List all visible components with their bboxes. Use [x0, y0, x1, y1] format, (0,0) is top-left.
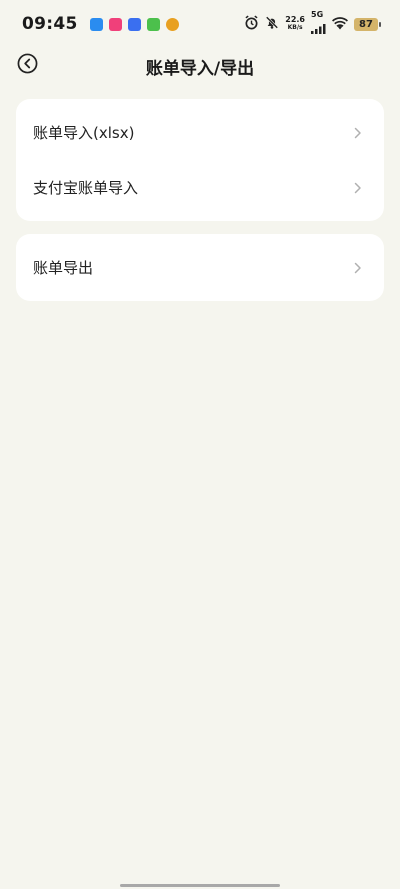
- network-type: 5G: [311, 9, 324, 19]
- alarm-icon: [244, 15, 259, 34]
- chevron-right-icon: [354, 262, 364, 274]
- back-circle-icon: [17, 53, 38, 78]
- chevron-right-icon: [354, 182, 364, 194]
- battery-icon: 87: [354, 17, 381, 31]
- back-button[interactable]: [16, 53, 38, 78]
- status-bar: 09:45 22.6 KB/s 5G 87: [0, 0, 400, 48]
- net-speed-value: 22.6: [285, 15, 305, 24]
- import-group-card: 账单导入(xlsx) 支付宝账单导入: [16, 99, 384, 221]
- status-time: 09:45: [22, 14, 78, 34]
- status-right: 22.6 KB/s 5G 87: [244, 9, 381, 38]
- export-group-card: 账单导出: [16, 234, 384, 301]
- net-speed: 22.6 KB/s: [285, 16, 305, 32]
- home-indicator[interactable]: [120, 884, 280, 887]
- menu-item-export[interactable]: 账单导出: [16, 240, 384, 295]
- app-icon-1: [89, 17, 103, 31]
- app-icon-3: [127, 17, 141, 31]
- menu-item-label: 账单导出: [33, 259, 94, 277]
- page-title: 账单导入/导出: [145, 58, 255, 79]
- net-speed-unit: KB/s: [287, 24, 303, 31]
- menu-item-label: 账单导入(xlsx): [33, 124, 135, 142]
- app-icon-5: [165, 17, 179, 31]
- mute-bell-icon: [265, 15, 279, 34]
- signal-icon: [311, 19, 326, 38]
- app-icon-2: [108, 17, 122, 31]
- menu-item-import-xlsx[interactable]: 账单导入(xlsx): [16, 105, 384, 160]
- signal-group: 5G: [311, 9, 326, 38]
- menu-item-label: 支付宝账单导入: [33, 179, 139, 197]
- menu-item-import-alipay[interactable]: 支付宝账单导入: [16, 160, 384, 215]
- chevron-right-icon: [354, 127, 364, 139]
- wifi-icon: [332, 15, 348, 34]
- app-icon-4: [146, 17, 160, 31]
- status-left: 09:45: [22, 14, 179, 34]
- top-bar: 账单导入/导出: [0, 48, 400, 84]
